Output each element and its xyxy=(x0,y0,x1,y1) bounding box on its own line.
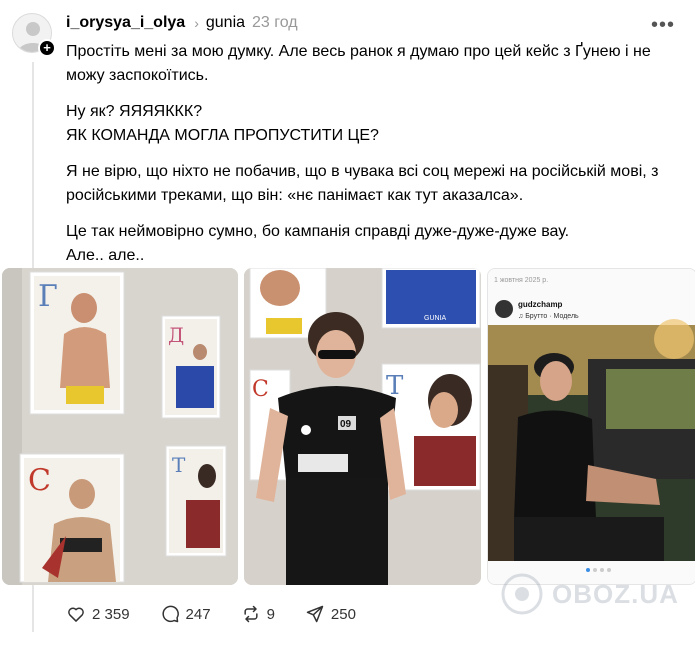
brand-label: GUNIA xyxy=(424,315,447,322)
poster-letter: С xyxy=(28,463,51,498)
post-header: i_orysya_i_olya › gunia 23 год xyxy=(66,12,298,34)
plus-icon[interactable]: + xyxy=(38,39,56,57)
screenshot-date: 1 жовтня 2025 р. xyxy=(494,277,548,284)
photo-2[interactable]: GUNIA С Т 09 xyxy=(244,268,481,585)
post-paragraph: Ну як? ЯЯЯЯККК? xyxy=(66,103,203,120)
action-bar: 2 359 247 9 250 xyxy=(66,604,386,624)
timestamp: 23 год xyxy=(252,14,298,31)
poster-letter: Т xyxy=(172,453,186,477)
topic-tag[interactable]: gunia xyxy=(206,14,245,32)
photo-gallery[interactable]: Г Д С Т GUNIA С Т 09 1 жовтня 2025 р. gu… xyxy=(0,268,695,585)
share-count: 250 xyxy=(330,605,356,623)
avatar[interactable]: + xyxy=(12,13,56,57)
comment-icon xyxy=(161,605,179,623)
post-paragraph: Простіть мені за мою думку. Але весь ран… xyxy=(66,43,651,84)
post-paragraph: Я не вірю, що ніхто не побачив, що в чув… xyxy=(66,163,659,204)
comment-button[interactable]: 247 xyxy=(160,604,211,624)
chevron-right-icon: › xyxy=(194,15,199,31)
share-button[interactable]: 250 xyxy=(305,604,356,624)
comment-count: 247 xyxy=(185,605,211,623)
shirt-number: 09 xyxy=(340,419,352,430)
logo-icon xyxy=(501,573,543,615)
post-paragraph: Але.. але.. xyxy=(66,247,145,264)
poster-letter: С xyxy=(252,377,269,402)
post-body: Простіть мені за мою думку. Але весь ран… xyxy=(66,40,676,268)
screenshot-song: ♫ Брутто · Модель xyxy=(518,313,579,320)
screenshot-account: gudzchamp xyxy=(518,300,563,309)
photo-3[interactable]: 1 жовтня 2025 р. gudzchamp ♫ Брутто · Мо… xyxy=(487,268,695,585)
share-icon xyxy=(306,605,324,623)
poster-letter: Д xyxy=(168,323,184,347)
watermark: OBOZ.UA xyxy=(500,572,679,616)
poster-letter: Г xyxy=(38,279,58,314)
username[interactable]: i_orysya_i_olya xyxy=(66,14,185,32)
post-paragraph: Це так неймовірно сумно, бо кампанія спр… xyxy=(66,223,570,240)
like-button[interactable]: 2 359 xyxy=(66,604,130,624)
post-paragraph: ЯК КОМАНДА МОГЛА ПРОПУСТИТИ ЦЕ? xyxy=(66,127,379,144)
more-horizontal-icon[interactable]: ••• xyxy=(651,14,675,37)
photo-1[interactable]: Г Д С Т xyxy=(2,268,238,585)
like-count: 2 359 xyxy=(92,605,130,623)
heart-icon xyxy=(68,607,84,622)
repost-button[interactable]: 9 xyxy=(241,604,275,624)
watermark-text: OBOZ.UA xyxy=(552,578,679,609)
repost-icon xyxy=(243,605,258,623)
repost-count: 9 xyxy=(266,605,275,623)
